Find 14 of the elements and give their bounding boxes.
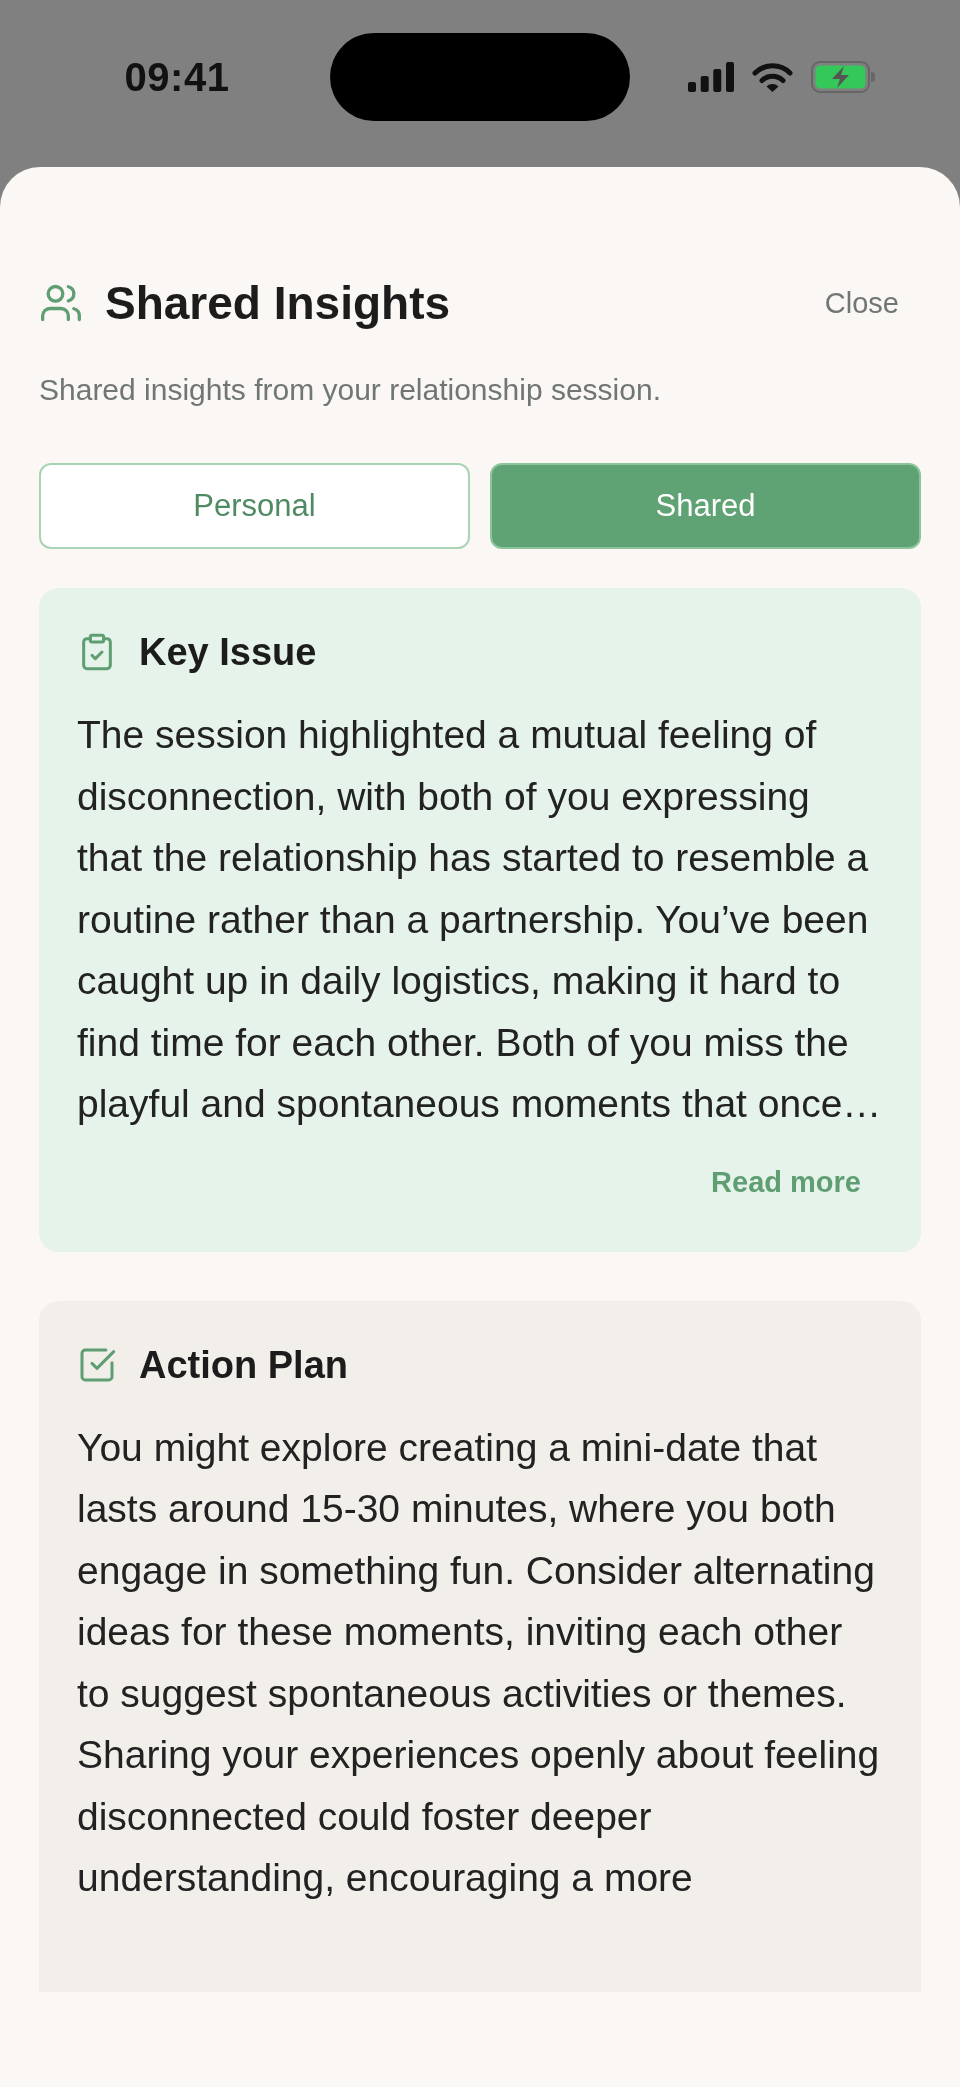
card-title: Action Plan <box>139 1342 349 1387</box>
battery-charging-icon <box>811 61 876 93</box>
card-body-text: The session highlighted a mutual feeling of disconnection, with both of you expressing that the relationship has started to resemble a routine rather than a partnership. You’ve been caught up in daily logistics, making it hard to find time for each other. Both of you miss the playful and spontaneous moments that once… <box>77 712 883 1127</box>
status-time: 09:41 <box>124 57 230 97</box>
segment-tab[interactable]: Personal <box>39 463 470 549</box>
read-more-link[interactable]: Read more <box>689 1153 883 1210</box>
card-title: Key Issue <box>139 630 317 674</box>
wifi-icon <box>752 62 793 92</box>
sheet-title: Shared Insights <box>105 276 451 330</box>
close-button[interactable]: Close <box>802 276 921 330</box>
card-body-text: You might explore creating a mini-date that lasts around 15-30 minutes, where you both engage in something fun. Consider alternating ideas for these moments, inviting each other to suggest spontaneous activities or themes. Sharing your experiences openly about feeling disconnected could foster deeper understanding, encouraging a more <box>77 1424 881 1901</box>
signal-icon <box>688 62 734 92</box>
segment-tab[interactable]: Shared <box>490 463 921 549</box>
sheet-subtitle: Shared insights from your relationship session. <box>39 373 662 407</box>
